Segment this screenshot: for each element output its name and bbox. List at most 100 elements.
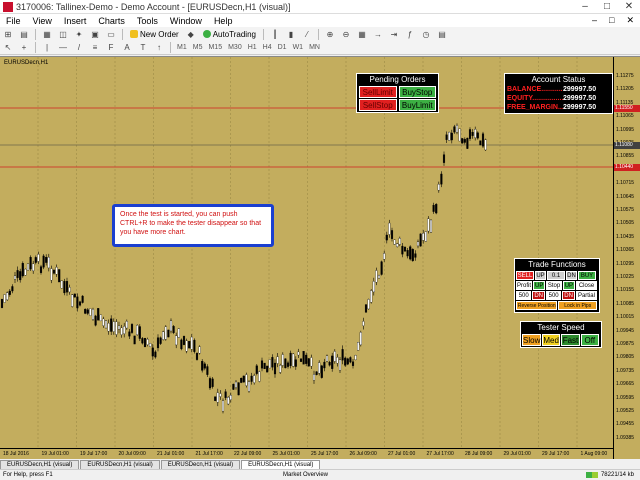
candle-body <box>125 321 128 329</box>
text-icon[interactable]: A <box>120 42 134 54</box>
buy-stop-button[interactable]: BuyStop <box>398 86 436 98</box>
line-chart-icon[interactable]: ⁄ <box>300 28 314 40</box>
navigator-icon[interactable]: ✦ <box>72 28 86 40</box>
child-close-button[interactable]: ✕ <box>620 15 640 26</box>
menu-charts[interactable]: Charts <box>92 16 131 26</box>
timeframe-m1[interactable]: M1 <box>174 44 190 51</box>
terminal-icon[interactable]: ▣ <box>88 28 102 40</box>
chart-tab-1[interactable]: EURUSDecn,H1 (visual) <box>0 460 80 469</box>
pending-orders-panel: Pending Orders SellLimit BuyStop SellSto… <box>356 73 439 113</box>
zoom-in-icon[interactable]: ⊕ <box>323 28 337 40</box>
auto-scroll-icon[interactable]: → <box>371 28 385 40</box>
timeframe-m15[interactable]: M15 <box>205 44 225 51</box>
timeframe-w1[interactable]: W1 <box>290 44 307 51</box>
candle-body <box>305 354 308 364</box>
close-position-button[interactable]: Close <box>576 281 597 290</box>
timeframe-mn[interactable]: MN <box>306 44 323 51</box>
stop-label: Stop <box>546 281 562 290</box>
horizontal-line-icon[interactable]: — <box>56 42 70 54</box>
price-chart[interactable] <box>0 57 613 448</box>
candle-body <box>16 270 19 278</box>
arrows-icon[interactable]: ↑ <box>152 42 166 54</box>
price-axis[interactable]: 1.112751.112051.111351.110651.109951.109… <box>613 57 640 460</box>
chart-tab-4[interactable]: EURUSDecn,H1 (visual) <box>241 460 321 469</box>
speed-slow-button[interactable]: Slow <box>522 334 541 346</box>
profile-name[interactable]: Market Overview <box>283 472 433 478</box>
autotrading-button[interactable]: AutoTrading <box>199 28 260 40</box>
timeframe-m30[interactable]: M30 <box>225 44 245 51</box>
templates-icon[interactable]: ▤ <box>435 28 449 40</box>
minimize-button[interactable]: – <box>574 0 596 14</box>
candle-body <box>143 338 147 348</box>
tile-windows-icon[interactable]: ▦ <box>355 28 369 40</box>
buy-button[interactable]: BUY <box>578 271 596 280</box>
candle-body <box>385 234 388 241</box>
lot-up-button[interactable]: UP <box>535 271 546 280</box>
label-icon[interactable]: T <box>136 42 150 54</box>
new-chart-icon[interactable]: ⊞ <box>1 28 15 40</box>
candle-body <box>29 257 32 270</box>
child-restore-button[interactable]: □ <box>603 15 620 26</box>
menu-window[interactable]: Window <box>164 16 208 26</box>
bar-chart-icon[interactable]: ┃ <box>268 28 282 40</box>
indicators-icon[interactable]: ƒ <box>403 28 417 40</box>
candle-chart-icon[interactable]: ▮ <box>284 28 298 40</box>
chart-shift-icon[interactable]: ⇥ <box>387 28 401 40</box>
sell-stop-button[interactable]: SellStop <box>359 99 397 111</box>
sell-limit-button[interactable]: SellLimit <box>359 86 397 98</box>
profiles-icon[interactable]: ▤ <box>17 28 31 40</box>
menu-file[interactable]: File <box>0 16 27 26</box>
speed-med-button[interactable]: Med <box>542 334 561 346</box>
vertical-line-icon[interactable]: | <box>40 42 54 54</box>
menu-view[interactable]: View <box>27 16 58 26</box>
crosshair-icon[interactable]: + <box>17 42 31 54</box>
reverse-position-button[interactable]: Reverse Position <box>516 301 558 310</box>
sell-button[interactable]: SELL <box>516 271 534 280</box>
account-status-title: Account Status <box>505 74 612 85</box>
market-watch-icon[interactable]: ▦ <box>40 28 54 40</box>
chart-tab-2[interactable]: EURUSDecn,H1 (visual) <box>80 460 160 469</box>
tester-icon[interactable]: ▭ <box>104 28 118 40</box>
close-button[interactable]: ✕ <box>618 0 640 14</box>
menu-insert[interactable]: Insert <box>58 16 93 26</box>
partial-close-button[interactable]: Partial <box>575 291 598 300</box>
stop-up-button[interactable]: UP <box>562 281 576 290</box>
chart-tab-3[interactable]: EURUSDecn,H1 (visual) <box>160 460 241 469</box>
periods-icon[interactable]: ◷ <box>419 28 433 40</box>
channel-icon[interactable]: ≡ <box>88 42 102 54</box>
speed-off-button[interactable]: Off <box>580 334 599 346</box>
tester-speed-title: Tester Speed <box>521 322 601 333</box>
fibonacci-icon[interactable]: F <box>104 42 118 54</box>
new-order-button[interactable]: New Order <box>126 28 183 40</box>
candle-body <box>383 253 386 260</box>
metaeditor-icon[interactable]: ◆ <box>184 28 198 40</box>
profit-down-button[interactable]: DN <box>532 291 545 300</box>
timeframe-m5[interactable]: M5 <box>190 44 206 51</box>
speed-fast-button[interactable]: Fast <box>561 334 580 346</box>
candle-body <box>325 355 329 362</box>
data-window-icon[interactable]: ◫ <box>56 28 70 40</box>
candle-body <box>13 275 17 280</box>
stop-down-button[interactable]: DN <box>562 291 575 300</box>
price-tick-label: 1.09385 <box>616 434 635 441</box>
balance-label: BALANCE.................. <box>507 86 563 93</box>
timeframe-h4[interactable]: H4 <box>260 44 275 51</box>
profit-up-button[interactable]: UP <box>533 281 546 290</box>
chart-window[interactable]: EURUSDecn,H1 1.11275 1.11205 1.11135 1.1106… <box>0 56 640 460</box>
price-tick-label: 1.10295 <box>616 260 635 267</box>
connection-status[interactable]: 78221/14 kb <box>585 472 640 478</box>
zoom-out-icon[interactable]: ⊖ <box>339 28 353 40</box>
lot-down-button[interactable]: DN <box>566 271 577 280</box>
buy-limit-button[interactable]: BuyLimit <box>398 99 436 111</box>
menu-tools[interactable]: Tools <box>131 16 164 26</box>
trendline-icon[interactable]: / <box>72 42 86 54</box>
timeframe-h1[interactable]: H1 <box>245 44 260 51</box>
maximize-button[interactable]: □ <box>596 0 618 14</box>
price-tick-label: 1.09735 <box>616 367 635 374</box>
cursor-icon[interactable]: ↖ <box>1 42 15 54</box>
timeframe-d1[interactable]: D1 <box>275 44 290 51</box>
lock-in-pips-button[interactable]: Lock in Pips <box>558 301 597 310</box>
menu-help[interactable]: Help <box>208 16 239 26</box>
time-tick-label: 25 Jul 01:00 <box>272 451 300 457</box>
child-minimize-button[interactable]: – <box>586 15 603 26</box>
